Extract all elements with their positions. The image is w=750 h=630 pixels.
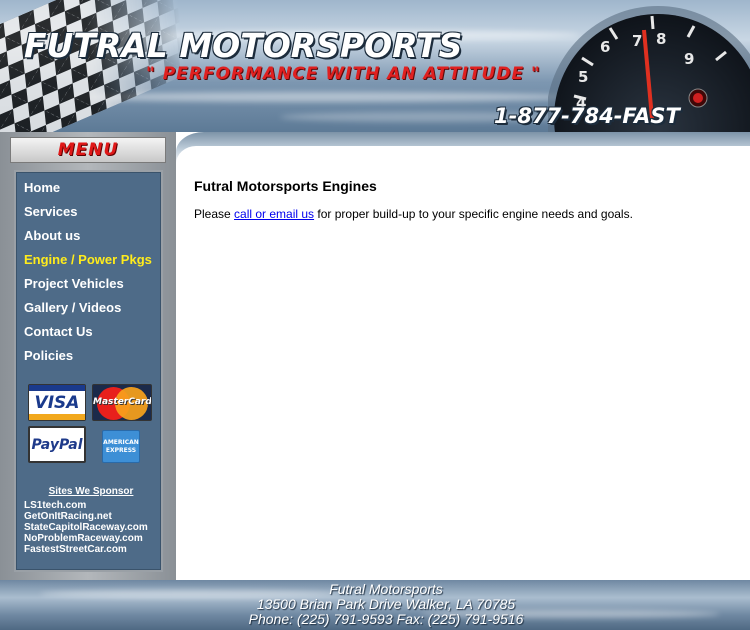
mastercard-text: MasterCard: [93, 397, 152, 407]
svg-text:7: 7: [632, 32, 642, 50]
main-content: Futral Motorsports Engines Please call o…: [176, 132, 750, 580]
svg-text:9: 9: [684, 50, 694, 68]
site-header: 5 6 7 8 9 4 FUTRAL MOTORSPORTS " PERFORM…: [0, 0, 750, 132]
sponsor-list: LS1tech.com GetOnItRacing.net StateCapit…: [24, 498, 158, 555]
sponsor-item: LS1tech.com: [24, 498, 158, 511]
intro-suffix: for proper build-up to your specific eng…: [314, 207, 633, 221]
sidebar: MENU Home Services About us Engine / Pow…: [0, 132, 176, 580]
nav-item-project-vehicles: Project Vehicles: [24, 274, 152, 298]
sponsors-title: Sites We Sponsor: [48, 486, 134, 497]
nav-item-gallery-videos: Gallery / Videos: [24, 298, 152, 322]
nav-item-services: Services: [24, 202, 152, 226]
sponsor-link-fasteststreetcar[interactable]: FastestStreetCar.com: [24, 544, 127, 555]
menu-panel: Home Services About us Engine / Power Pk…: [14, 170, 163, 572]
nav-link-gallery-videos[interactable]: Gallery / Videos: [24, 300, 121, 315]
nav-item-policies: Policies: [24, 346, 152, 370]
call-or-email-link[interactable]: call or email us: [234, 207, 314, 221]
intro-text: Please call or email us for proper build…: [194, 207, 633, 221]
menu-title: MENU: [57, 140, 119, 160]
main-nav: Home Services About us Engine / Power Pk…: [24, 178, 152, 370]
nav-link-about-us[interactable]: About us: [24, 228, 80, 243]
nav-link-engine-power-pkgs[interactable]: Engine / Power Pkgs: [24, 252, 152, 267]
intro-prefix: Please: [194, 207, 235, 221]
paypal-logo: PayPal: [28, 426, 86, 463]
nav-link-contact-us[interactable]: Contact Us: [24, 324, 93, 339]
nav-item-about-us: About us: [24, 226, 152, 250]
footer-address: 13500 Brian Park Drive Walker, LA 70785: [256, 596, 516, 612]
footer-phone-fax: Phone: (225) 791-9593 Fax: (225) 791-951…: [248, 611, 524, 627]
content-top-swoosh: [176, 132, 750, 176]
mastercard-logo: MasterCard: [92, 384, 152, 421]
paypal-text: PayPal: [31, 437, 83, 453]
nav-link-policies[interactable]: Policies: [24, 348, 73, 363]
sponsors-section: Sites We Sponsor LS1tech.com GetOnItRaci…: [24, 486, 158, 555]
site-footer: Futral Motorsports 13500 Brian Park Driv…: [0, 580, 750, 630]
svg-text:6: 6: [600, 38, 610, 56]
nav-link-project-vehicles[interactable]: Project Vehicles: [24, 276, 124, 291]
sponsor-item: StateCapitolRaceway.com: [24, 520, 158, 533]
visa-band-bottom: [29, 414, 85, 420]
site-title: FUTRAL MOTORSPORTS: [24, 26, 463, 65]
nav-link-services[interactable]: Services: [24, 204, 78, 219]
nav-item-engine-power-pkgs: Engine / Power Pkgs: [24, 250, 152, 274]
amex-logo: AMERICAN EXPRESS: [102, 430, 140, 463]
visa-text: VISA: [34, 393, 80, 413]
svg-text:8: 8: [656, 30, 666, 48]
nav-item-contact-us: Contact Us: [24, 322, 152, 346]
site-tagline: " PERFORMANCE WITH AN ATTITUDE ": [146, 64, 541, 84]
footer-company: Futral Motorsports: [329, 581, 443, 597]
page-title: Futral Motorsports Engines: [194, 178, 377, 194]
swoosh-cover: [176, 146, 750, 176]
amex-text: AMERICAN EXPRESS: [103, 439, 139, 454]
footer-contact-block: Futral Motorsports 13500 Brian Park Driv…: [0, 582, 750, 627]
nav-item-home: Home: [24, 178, 152, 202]
visa-band-top: [29, 385, 85, 391]
svg-text:5: 5: [578, 68, 588, 86]
nav-link-home[interactable]: Home: [24, 180, 60, 195]
sponsor-item: NoProblemRaceway.com: [24, 531, 158, 544]
sponsor-item: GetOnItRacing.net: [24, 509, 158, 522]
visa-logo: VISA: [28, 384, 86, 421]
menu-header: MENU: [10, 137, 166, 163]
phone-banner: 1-877-784-FAST: [494, 104, 680, 128]
